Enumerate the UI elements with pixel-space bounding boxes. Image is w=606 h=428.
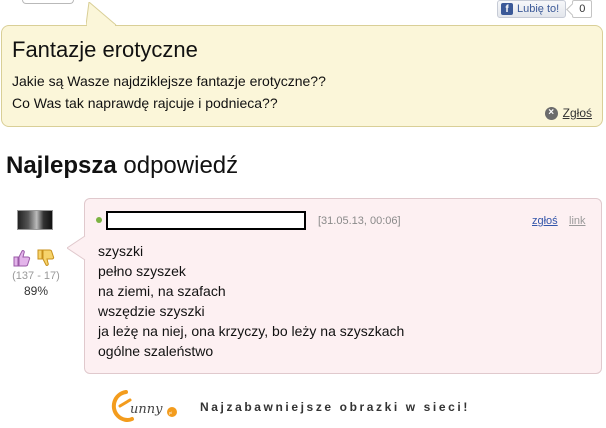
answer-line: wszędzie szyszki [98,303,205,319]
question-line: Co Was tak naprawdę rajcuje i podnieca?? [12,95,278,111]
tab-edge [22,0,74,4]
answer-speech-pointer [67,236,86,260]
answer-box: [31.05.13, 00:06] zgłoś link szyszki peł… [84,198,602,374]
speech-pointer [86,2,117,26]
redacted-username [106,211,306,230]
facebook-icon: f [501,3,513,15]
vote-stats: (137 - 17) [12,270,60,282]
answer-date: [31.05.13, 00:06] [318,215,401,227]
question-box: Fantazje erotyczne Jakie są Wasze najdzi… [1,25,603,127]
like-count: 0 [572,0,593,18]
answer-body: szyszki pełno szyszek na ziemi, na szafa… [98,241,404,361]
vote-percent: 89% [23,284,49,298]
thumbs-up-icon[interactable] [12,248,32,268]
online-status-dot [96,217,102,223]
footer-tagline: Najzabawniejsze obrazki w sieci! [200,400,470,414]
like-button-label: Lubię to! [517,3,560,15]
answer-line: szyszki [98,243,144,259]
vote-controls [12,248,56,268]
answer-report-link[interactable]: zgłoś [532,215,558,227]
heading-rest: odpowiedź [116,152,239,179]
facebook-like-button[interactable]: f Lubię to! [497,0,567,18]
question-line: Jakie są Wasze najdziklejsze fantazje er… [12,73,326,89]
best-answer-heading: Najlepsza odpowiedź [6,152,238,180]
answer-line: na ziemi, na szafach [98,283,226,299]
heading-bold: Najlepsza [6,152,117,179]
close-circle-icon: × [544,106,558,120]
answer-line: pełno szyszek [98,263,186,279]
thumbs-down-icon[interactable] [36,248,56,268]
question-report-label: Zgłoś [562,106,592,120]
avatar[interactable] [17,210,53,230]
funny-logo: unny pl [111,390,177,422]
answer-permalink[interactable]: link [569,215,586,227]
svg-text:unny: unny [130,402,163,417]
question-title: Fantazje erotyczne [12,37,198,62]
svg-text:pl: pl [169,410,172,415]
answer-line: ja leżę na niej, ona krzyczy, bo leży na… [98,323,405,339]
question-body: Jakie są Wasze najdziklejsze fantazje er… [12,70,326,114]
facebook-like-widget: f Lubię to! 0 [497,0,593,18]
answer-line: ogólne szaleństwo [98,343,214,359]
question-report-link[interactable]: × Zgłoś [544,106,592,120]
